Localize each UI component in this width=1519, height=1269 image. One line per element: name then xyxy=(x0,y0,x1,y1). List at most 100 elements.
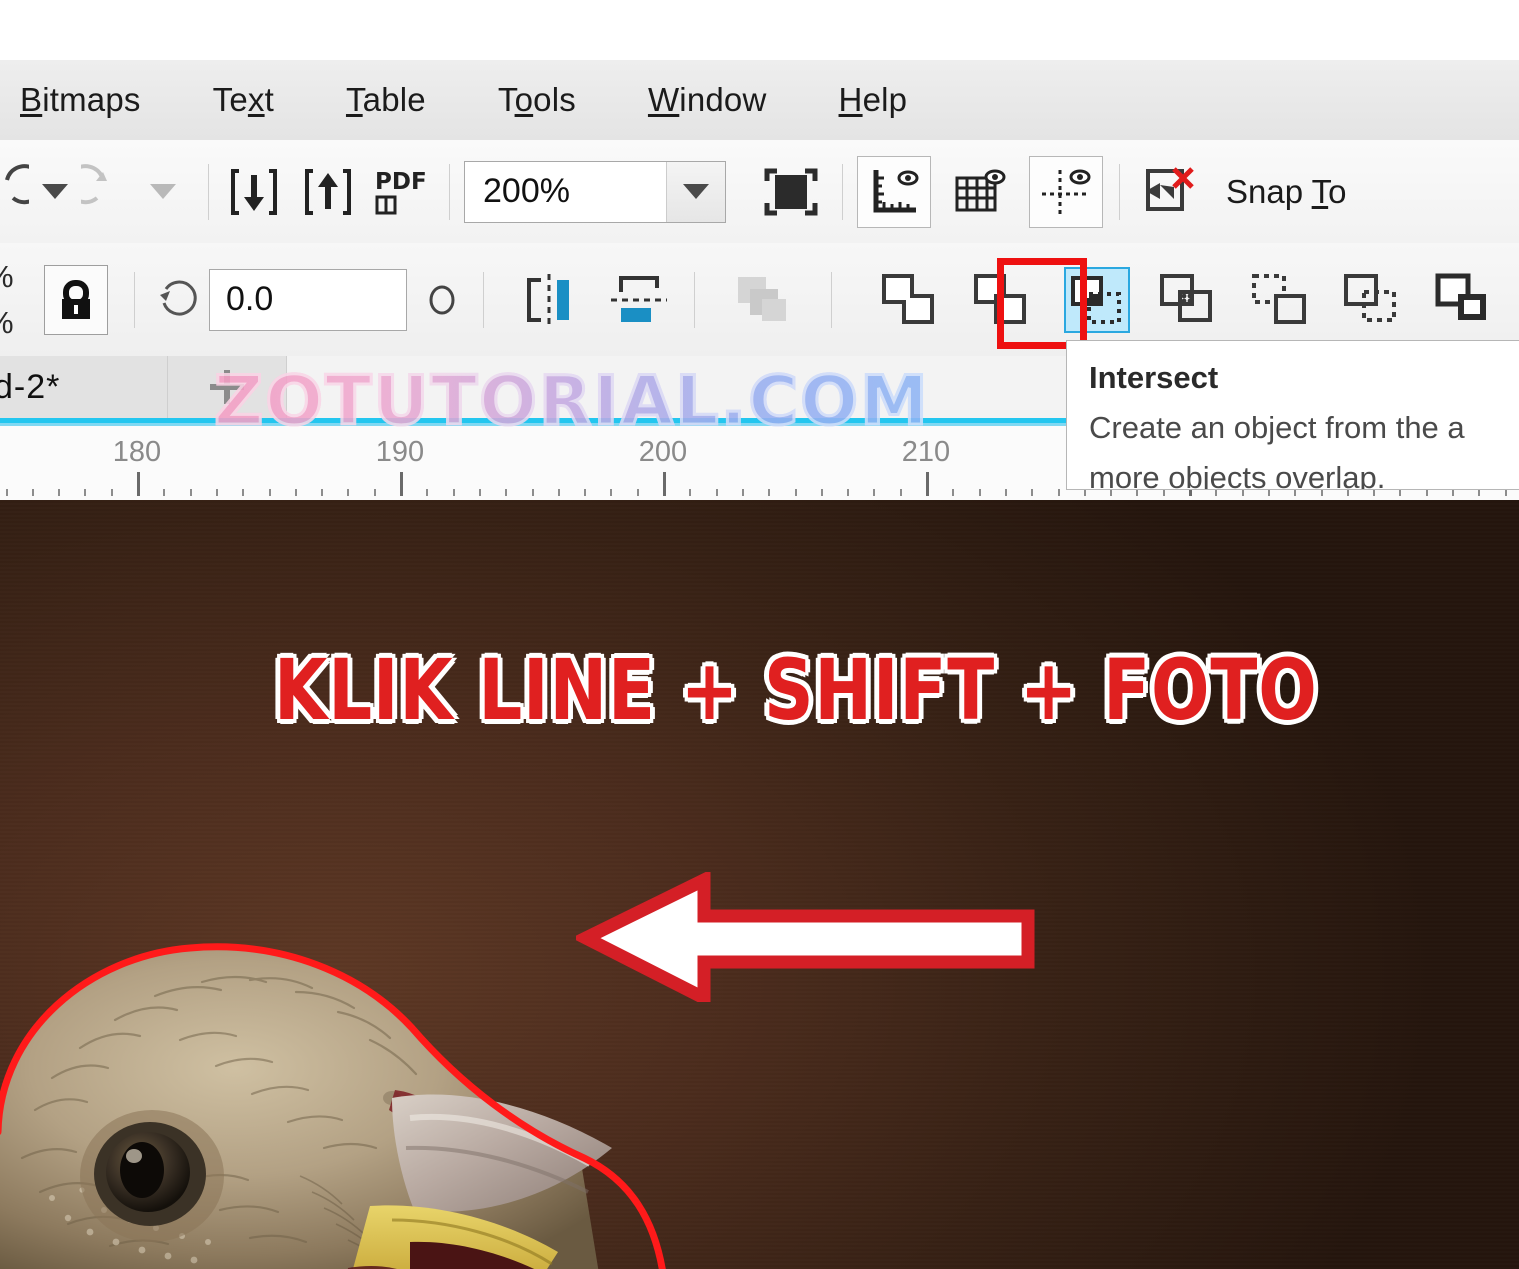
ruler-tick-minor xyxy=(426,489,429,496)
ruler-tick-minor xyxy=(557,489,560,496)
ruler-tick-minor xyxy=(584,489,587,496)
ruler-tick-minor xyxy=(952,489,955,496)
menu-bitmaps[interactable]: Bitmaps xyxy=(20,81,141,119)
propbar-separator-2 xyxy=(483,271,484,328)
front-minus-back-button[interactable] xyxy=(1244,263,1318,337)
new-document-tab-button[interactable] xyxy=(168,356,287,418)
ruler-tick-minor xyxy=(636,489,639,496)
ruler-tick-minor xyxy=(820,489,823,496)
zoom-dropdown-caret[interactable] xyxy=(666,161,725,222)
ruler-tick-minor xyxy=(163,489,166,496)
ruler-tick-minor xyxy=(1110,489,1113,496)
ruler-tick-minor xyxy=(1136,489,1139,496)
create-boundary-button[interactable] xyxy=(1428,263,1502,337)
toolbar-separator-4 xyxy=(1119,163,1120,220)
mirror-vertical-button[interactable] xyxy=(602,263,676,337)
ruler-tick-minor xyxy=(847,489,850,496)
simplify-button[interactable] xyxy=(1152,263,1226,337)
ruler-label: 180 xyxy=(112,436,162,468)
ruler-tick-minor xyxy=(1241,489,1244,496)
ruler-tick-major xyxy=(926,472,929,496)
propbar-separator-4 xyxy=(831,271,832,328)
ruler-tick-minor xyxy=(1373,489,1376,496)
zoom-level-value: 200% xyxy=(483,172,570,210)
menu-bar: Bitmaps Text Table Tools Window Help xyxy=(0,60,1519,140)
ruler-tick-minor xyxy=(1267,489,1270,496)
export-icon[interactable] xyxy=(297,161,359,223)
ruler-tick-minor xyxy=(1346,489,1349,496)
ruler-tick-minor xyxy=(1452,489,1454,496)
ruler-tick-minor xyxy=(1031,489,1034,496)
ruler-tick-minor xyxy=(505,489,508,496)
ruler-label: 200 xyxy=(638,436,688,468)
undo-dropdown-caret[interactable] xyxy=(42,184,68,199)
bird-eye xyxy=(80,1110,224,1242)
tooltip-title: Intersect xyxy=(1089,360,1219,395)
publish-to-pdf-icon[interactable]: PDF xyxy=(371,161,433,223)
show-rulers-icon[interactable] xyxy=(857,155,931,228)
zoom-level-combobox[interactable]: 200% xyxy=(464,160,726,223)
ruler-tick-minor xyxy=(741,489,744,496)
import-icon[interactable] xyxy=(223,161,285,223)
ruler-tick-minor xyxy=(899,489,902,496)
ruler-tick-minor xyxy=(189,489,192,496)
ruler-tick-minor xyxy=(978,489,981,496)
intersect-button[interactable] xyxy=(1064,266,1130,333)
standard-toolbar: PDF 200% Snap To xyxy=(0,140,1519,244)
menu-tools[interactable]: Tools xyxy=(498,81,576,119)
tooltip-line-1: Create an object from the a xyxy=(1089,410,1465,445)
zoom-to-fit-icon[interactable] xyxy=(756,161,826,223)
menu-text[interactable]: Text xyxy=(213,81,274,119)
rotation-angle-value: 0.0 xyxy=(226,280,274,318)
ruler-tick-minor xyxy=(610,489,613,496)
weld-button[interactable] xyxy=(872,263,946,337)
ruler-tick-minor xyxy=(452,489,455,496)
propbar-separator-1 xyxy=(134,271,135,328)
ruler-tick-major xyxy=(400,472,403,496)
snap-off-icon[interactable] xyxy=(1134,161,1204,223)
ruler-tick-minor xyxy=(321,489,324,496)
menu-window[interactable]: Window xyxy=(648,81,767,119)
ruler-tick-major xyxy=(137,472,140,496)
rotation-angle-field[interactable]: 0.0 xyxy=(209,268,407,331)
intersect-tooltip: Intersect Create an object from the a mo… xyxy=(1066,340,1519,490)
scale-y-percent: % xyxy=(0,300,22,346)
ruler-tick-minor xyxy=(531,489,534,496)
ruler-tick-minor xyxy=(84,489,87,496)
ruler-label: 190 xyxy=(375,436,425,468)
propbar-separator-3 xyxy=(694,271,695,328)
rotation-icon xyxy=(149,269,209,331)
ruler-tick-minor xyxy=(1399,489,1402,496)
ruler-tick-minor xyxy=(110,489,113,496)
svg-text:PDF: PDF xyxy=(375,169,427,195)
show-grid-icon[interactable] xyxy=(945,161,1015,223)
toolbar-separator-2 xyxy=(449,163,450,220)
document-tab-active[interactable]: d-2* xyxy=(0,356,168,418)
mirror-horizontal-button[interactable] xyxy=(512,263,586,337)
ruler-tick-minor xyxy=(715,489,718,496)
back-minus-front-button[interactable] xyxy=(1336,263,1410,337)
ruler-tick-minor xyxy=(31,489,34,496)
toolbar-separator-3 xyxy=(842,163,843,220)
plus-icon xyxy=(210,370,244,404)
show-guidelines-icon[interactable] xyxy=(1029,155,1103,228)
menu-table[interactable]: Table xyxy=(346,81,426,119)
ruler-tick-minor xyxy=(689,489,692,496)
instruction-headline: KLIK LINE + SHIFT + FOTO xyxy=(274,641,1318,739)
ruler-tick-minor xyxy=(294,489,297,496)
window-title-strip xyxy=(0,0,1519,60)
pointer-arrow xyxy=(571,869,1036,1009)
app-window: Bitmaps Text Table Tools Window Help PDF… xyxy=(0,0,1519,1269)
ruler-tick-minor xyxy=(5,489,8,496)
ruler-tick-minor xyxy=(1162,489,1165,496)
redo-icon xyxy=(78,161,140,223)
ruler-tick-minor xyxy=(1478,489,1481,496)
menu-help[interactable]: Help xyxy=(839,81,908,119)
ruler-tick-minor xyxy=(478,489,481,496)
ruler-tick-minor xyxy=(215,489,218,496)
trim-button[interactable] xyxy=(964,263,1038,337)
ruler-tick-minor xyxy=(794,489,797,496)
lock-ratio-button[interactable] xyxy=(44,264,108,335)
snap-to-label[interactable]: Snap To xyxy=(1226,173,1347,211)
undo-icon[interactable] xyxy=(0,161,32,223)
